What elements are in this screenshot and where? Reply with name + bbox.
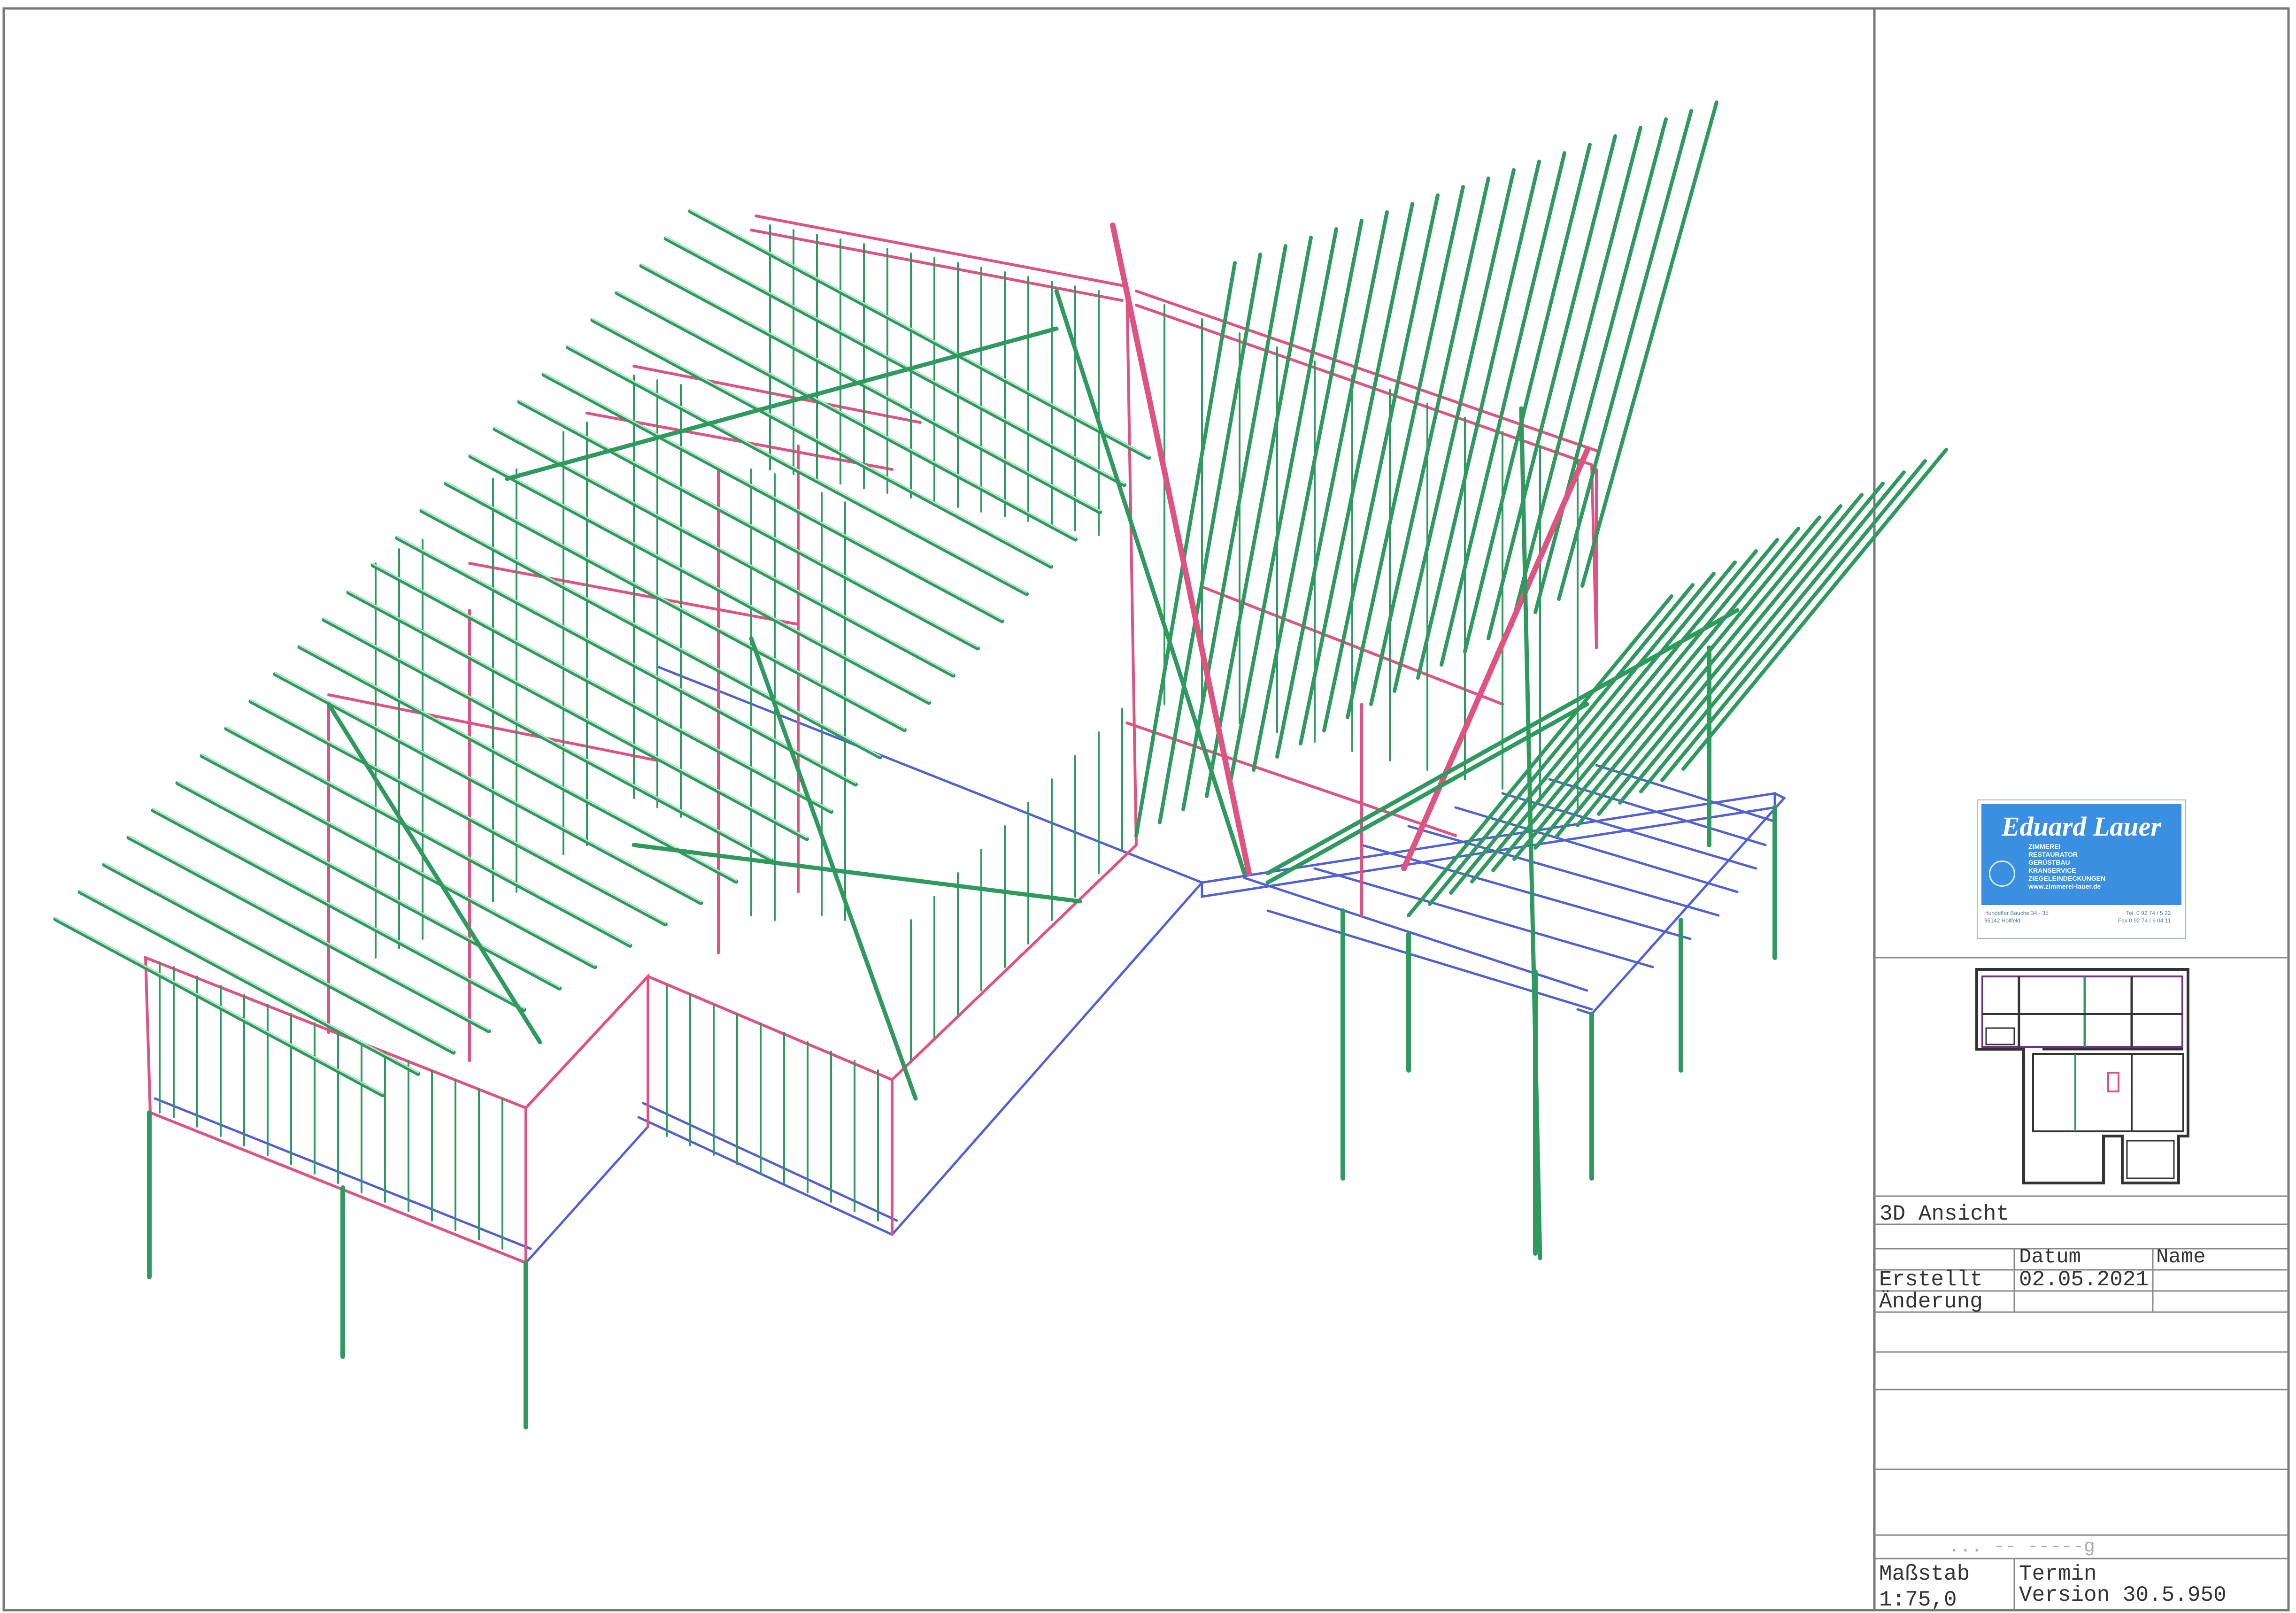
logo-service-item: ZIMMEREI	[2028, 843, 2061, 850]
rafter	[615, 291, 1078, 542]
rafter-highlight	[225, 726, 631, 945]
rafter-highlight	[103, 862, 455, 1052]
right-rafter	[1681, 448, 1948, 771]
right-wing-rafters	[1134, 100, 1948, 917]
logo-service-item: RESTAURATOR	[2028, 851, 2078, 858]
drawing-title: 3D Ansicht	[1880, 1202, 2010, 1226]
right-rafter	[1158, 253, 1262, 824]
logo-fax: Fax 0 92 74 / 6 04 11	[2118, 917, 2171, 924]
rafter-highlight	[372, 563, 832, 811]
right-rafter	[1134, 261, 1237, 837]
rafter-highlight	[616, 291, 1076, 539]
right-rafter	[1491, 549, 1758, 872]
version-label: Version 30.5.950	[2019, 1583, 2227, 1607]
right-rafter	[1639, 470, 1906, 793]
rafter-highlight	[396, 536, 856, 784]
rafter	[663, 236, 1126, 487]
right-rafter	[1228, 227, 1338, 785]
scale-value: 1:75,0	[1879, 1588, 1957, 1612]
rafter	[322, 617, 774, 862]
rafter	[77, 890, 421, 1076]
rafter-highlight	[79, 890, 419, 1073]
rafter-highlight	[128, 835, 490, 1030]
rafter	[444, 481, 907, 732]
logo-phone: Tel. 0 92 74 / 5 22	[2126, 910, 2171, 916]
rafter	[370, 563, 833, 814]
floorplan-thumbnail-icon	[1975, 968, 2189, 1184]
right-rafter	[1512, 538, 1779, 861]
rafter	[395, 536, 858, 787]
rafter	[224, 726, 632, 948]
rafter-highlights	[54, 209, 1149, 1095]
logo-service-item: GERÜSTBAU	[2028, 859, 2070, 866]
rafter	[346, 590, 809, 841]
rafter-highlight	[470, 454, 930, 702]
right-rafter	[1275, 210, 1389, 759]
rafter	[102, 862, 456, 1055]
company-logo-icon: Eduard Lauer ZIMMEREI RESTAURATOR GERÜST…	[1977, 799, 2186, 939]
col-datum-header: Datum	[2019, 1245, 2081, 1269]
logo-service-item: www.zimmerei-lauer.de	[2028, 883, 2101, 890]
row-erstellt-date: 02.05.2021	[2019, 1267, 2149, 1292]
rafter-highlight	[518, 399, 978, 648]
right-rafter	[1597, 493, 1864, 816]
rafter-highlight	[177, 781, 561, 988]
logo-service-item: KRANSERVICE	[2028, 867, 2076, 874]
rafter-highlight	[445, 481, 905, 730]
rafter-highlight	[421, 508, 881, 757]
right-rafter	[1252, 219, 1364, 772]
logo-badge-icon	[1989, 860, 2015, 887]
logo-services: ZIMMEREI RESTAURATOR GERÜSTBAU KRANSERVI…	[2028, 843, 2105, 891]
right-rafter	[1533, 527, 1800, 850]
col-name-header: Name	[2156, 1245, 2206, 1269]
logo-brand-name: Eduard Lauer	[2001, 811, 2161, 842]
logo-contact: Hundelfer Bäuche 34 - 35 Tel. 0 92 74 / 5…	[1984, 909, 2179, 924]
rafter	[639, 263, 1102, 515]
drawing-sheet: ... -- -----g	[2, 7, 2290, 1612]
rafter	[419, 508, 882, 760]
rafter-highlight	[640, 263, 1101, 512]
rafter-highlight	[54, 917, 384, 1095]
right-rafter	[1660, 459, 1927, 782]
rafter	[248, 699, 668, 927]
sheet-border	[2, 7, 2290, 1612]
rafter	[126, 835, 491, 1033]
logo-address-2: 96142 Hollfeld	[1984, 917, 2020, 924]
scale-label: Maßstab	[1879, 1562, 1970, 1586]
rafters	[53, 209, 1151, 1098]
framing-3d-view-icon	[53, 100, 1948, 1429]
row-aenderung-label: Änderung	[1879, 1290, 1983, 1314]
logo-service-item: ZIEGELEINDECKUNGEN	[2028, 875, 2106, 882]
rafter	[468, 454, 931, 705]
termin-label: Termin	[2019, 1562, 2097, 1586]
row-erstellt-label: Erstellt	[1879, 1267, 1983, 1292]
rafter	[175, 781, 562, 991]
logo-blue-panel: Eduard Lauer ZIMMEREI RESTAURATOR GERÜST…	[1981, 804, 2181, 905]
rafter	[517, 399, 980, 651]
logo-address-1: Hundelfer Bäuche 34 - 35	[1984, 910, 2049, 916]
smudged-label: ... -- -----g	[1949, 1536, 2095, 1558]
right-rafter	[1322, 193, 1440, 732]
rafter-highlight	[347, 590, 808, 838]
right-rafter	[1618, 482, 1885, 805]
